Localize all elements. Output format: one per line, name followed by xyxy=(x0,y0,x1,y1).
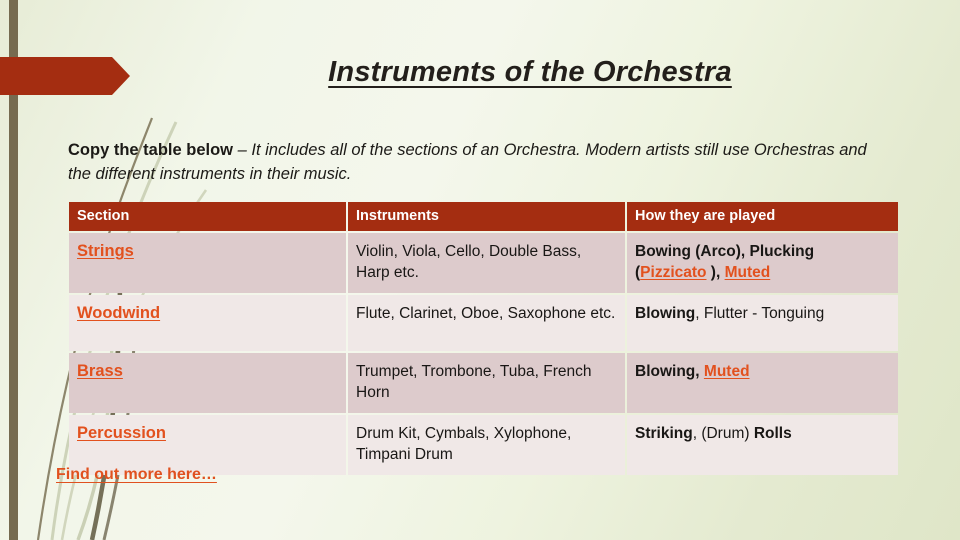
orchestra-table-container: Section Instruments How they are played … xyxy=(67,200,898,477)
cell-how-played: Blowing, Muted xyxy=(627,353,898,413)
column-header-section: Section xyxy=(69,202,346,231)
played-rest: , (Drum) xyxy=(692,425,754,442)
cell-section: Brass xyxy=(69,353,346,413)
column-header-instruments: Instruments xyxy=(348,202,625,231)
played-bold-2: Rolls xyxy=(753,425,792,442)
column-header-how-played: How they are played xyxy=(627,202,898,231)
cell-how-played: Striking, (Drum) Rolls xyxy=(627,415,898,475)
find-out-more-link[interactable]: Find out more here… xyxy=(56,466,217,484)
played-bold-1: Blowing xyxy=(635,363,696,380)
cell-instruments: Trumpet, Trombone, Tuba, French Horn xyxy=(348,353,625,413)
table-row: Brass Trumpet, Trombone, Tuba, French Ho… xyxy=(69,353,898,413)
played-link-muted[interactable]: Muted xyxy=(725,264,771,281)
played-bold-1: Bowing (Arco), Plucking xyxy=(635,243,815,260)
orchestra-table: Section Instruments How they are played … xyxy=(67,200,900,477)
played-bold-1: Blowing xyxy=(635,305,696,322)
cell-instruments: Drum Kit, Cymbals, Xylophone, Timpani Dr… xyxy=(348,415,625,475)
table-row: Strings Violin, Viola, Cello, Double Bas… xyxy=(69,233,898,293)
section-link-brass[interactable]: Brass xyxy=(77,362,123,380)
cell-section: Woodwind xyxy=(69,295,346,351)
slide-canvas: Instruments of the Orchestra Copy the ta… xyxy=(0,0,960,540)
table-row: Woodwind Flute, Clarinet, Oboe, Saxophon… xyxy=(69,295,898,351)
played-separator: , xyxy=(695,363,704,380)
cell-section: Strings xyxy=(69,233,346,293)
played-separator: ), xyxy=(706,264,725,281)
table-header-row: Section Instruments How they are played xyxy=(69,202,898,231)
intro-lead: Copy the table below xyxy=(68,141,238,159)
section-link-percussion[interactable]: Percussion xyxy=(77,424,166,442)
played-bold-1: Striking xyxy=(635,425,693,442)
cell-how-played: Blowing, Flutter - Tonguing xyxy=(627,295,898,351)
page-title: Instruments of the Orchestra xyxy=(328,56,732,88)
played-link-pizzicato[interactable]: Pizzicato xyxy=(640,264,706,281)
section-link-strings[interactable]: Strings xyxy=(77,242,134,260)
played-rest: , Flutter - Tonguing xyxy=(695,305,825,322)
cell-instruments: Violin, Viola, Cello, Double Bass, Harp … xyxy=(348,233,625,293)
intro-paragraph: Copy the table below – It includes all o… xyxy=(68,138,884,186)
section-link-woodwind[interactable]: Woodwind xyxy=(77,304,160,322)
played-link-muted[interactable]: Muted xyxy=(704,363,750,380)
red-arrow-banner-icon xyxy=(0,57,130,95)
cell-how-played: Bowing (Arco), Plucking (Pizzicato ), Mu… xyxy=(627,233,898,293)
cell-instruments: Flute, Clarinet, Oboe, Saxophone etc. xyxy=(348,295,625,351)
